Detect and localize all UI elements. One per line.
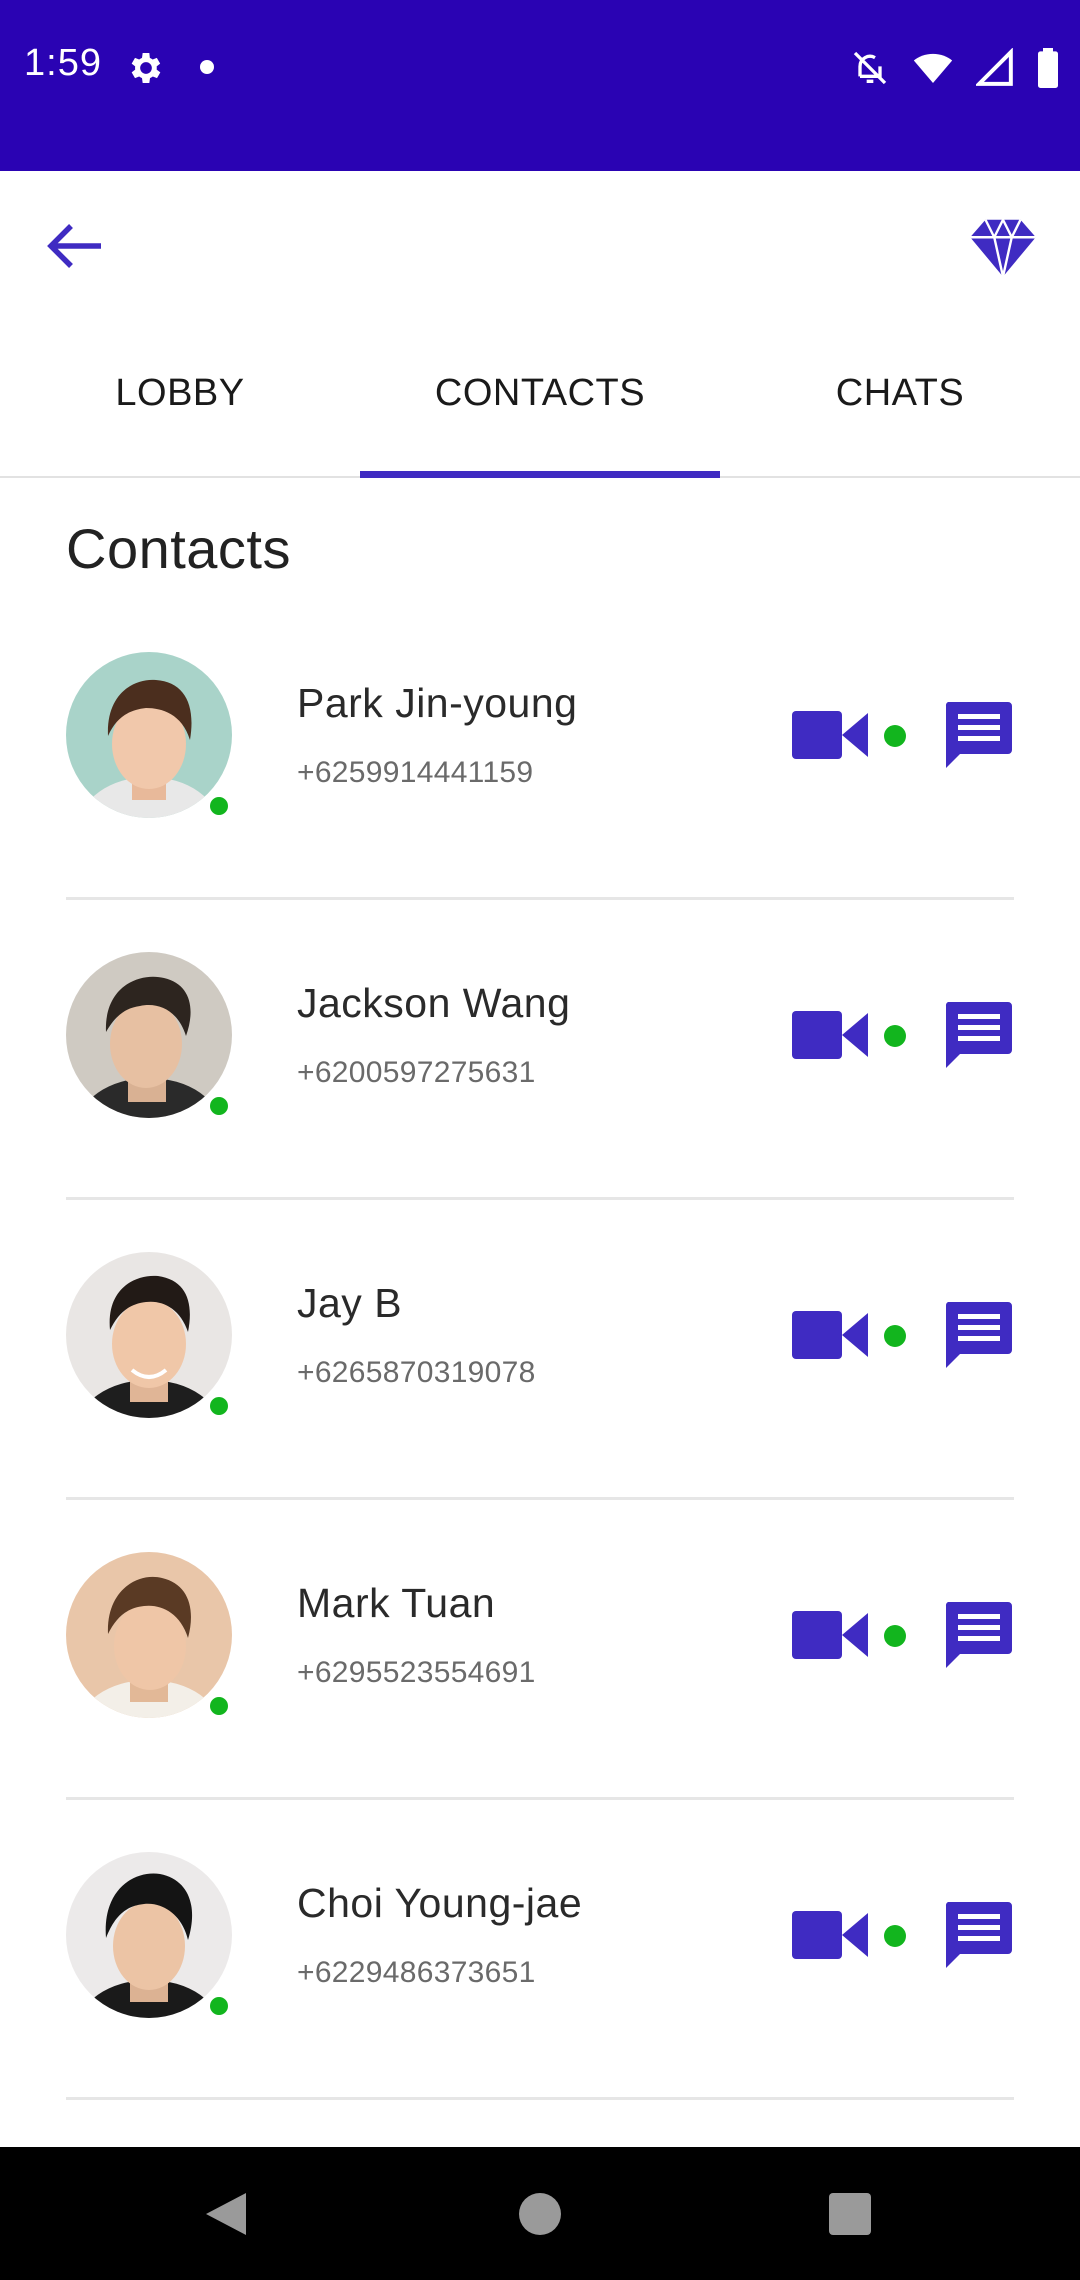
video-call-icon[interactable] bbox=[792, 1007, 870, 1063]
video-call-icon[interactable] bbox=[792, 1607, 870, 1663]
status-bar: 1:59 bbox=[0, 0, 1080, 171]
contact-row[interactable]: Park Jin-young +6259914441159 bbox=[66, 600, 1014, 900]
online-indicator bbox=[207, 794, 231, 818]
video-status-dot bbox=[884, 1625, 906, 1647]
contact-name: Jackson Wang bbox=[297, 980, 571, 1026]
arrow-left-icon[interactable] bbox=[46, 221, 106, 271]
message-icon[interactable] bbox=[942, 1300, 1014, 1370]
contact-row[interactable]: Jackson Wang +6200597275631 bbox=[66, 900, 1014, 1200]
wifi-icon bbox=[913, 53, 953, 83]
tab-bar: LOBBY CONTACTS CHATS bbox=[0, 321, 1080, 478]
contact-name: Jay B bbox=[297, 1280, 403, 1326]
contact-name: Mark Tuan bbox=[297, 1580, 496, 1626]
video-status-dot bbox=[884, 1925, 906, 1947]
avatar bbox=[66, 1252, 232, 1418]
system-nav-bar bbox=[0, 2147, 1080, 2280]
video-status-dot bbox=[884, 725, 906, 747]
signal-icon bbox=[976, 48, 1013, 86]
contact-name: Choi Young-jae bbox=[297, 1880, 583, 1926]
video-status-dot bbox=[884, 1025, 906, 1047]
contact-phone: +6259914441159 bbox=[297, 756, 534, 789]
contact-row[interactable]: Choi Young-jae +6229486373651 bbox=[66, 1800, 1014, 2100]
tab-lobby[interactable]: LOBBY bbox=[0, 321, 360, 476]
status-icons bbox=[850, 46, 1060, 90]
contact-phone: +6295523554691 bbox=[297, 1656, 536, 1689]
tab-contacts[interactable]: CONTACTS bbox=[360, 321, 720, 478]
online-indicator bbox=[207, 1994, 231, 2018]
contact-row[interactable]: Jay B +6265870319078 bbox=[66, 1200, 1014, 1500]
online-indicator bbox=[207, 1694, 231, 1718]
contact-phone: +6229486373651 bbox=[297, 1956, 536, 1989]
contact-phone: +6200597275631 bbox=[297, 1056, 536, 1089]
nav-home-icon[interactable] bbox=[519, 2193, 561, 2235]
video-call-icon[interactable] bbox=[792, 707, 870, 763]
message-icon[interactable] bbox=[942, 1900, 1014, 1970]
video-call-icon[interactable] bbox=[792, 1907, 870, 1963]
message-icon[interactable] bbox=[942, 700, 1014, 770]
avatar bbox=[66, 652, 232, 818]
notification-dot bbox=[200, 60, 214, 74]
online-indicator bbox=[207, 1094, 231, 1118]
tab-chats[interactable]: CHATS bbox=[720, 321, 1080, 476]
avatar bbox=[66, 1852, 232, 2018]
page-title: Contacts bbox=[66, 517, 291, 580]
diamond-icon[interactable] bbox=[968, 211, 1038, 281]
nav-recents-icon[interactable] bbox=[829, 2193, 871, 2235]
notifications-off-icon bbox=[853, 51, 887, 85]
contact-row[interactable]: Mark Tuan +6295523554691 bbox=[66, 1500, 1014, 1800]
avatar bbox=[66, 952, 232, 1118]
status-time: 1:59 bbox=[24, 42, 102, 84]
gear-icon bbox=[131, 53, 161, 83]
contact-name: Park Jin-young bbox=[297, 680, 578, 726]
online-indicator bbox=[207, 1394, 231, 1418]
battery-icon bbox=[1038, 48, 1058, 88]
message-icon[interactable] bbox=[942, 1600, 1014, 1670]
app-bar bbox=[0, 171, 1080, 321]
contacts-list: Park Jin-young +6259914441159 Jackson Wa… bbox=[66, 600, 1014, 2100]
contact-phone: +6265870319078 bbox=[297, 1356, 536, 1389]
nav-back-icon[interactable] bbox=[204, 2191, 248, 2237]
avatar bbox=[66, 1552, 232, 1718]
message-icon[interactable] bbox=[942, 1000, 1014, 1070]
video-call-icon[interactable] bbox=[792, 1307, 870, 1363]
video-status-dot bbox=[884, 1325, 906, 1347]
